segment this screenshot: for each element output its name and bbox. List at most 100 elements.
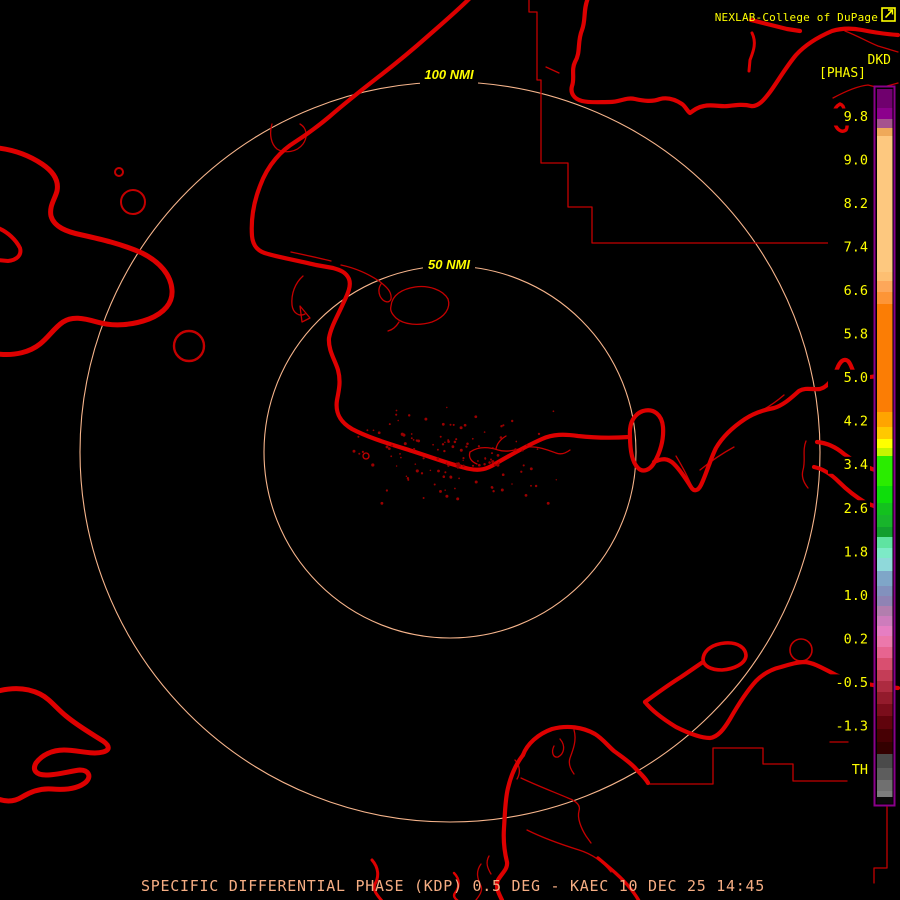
echo-speckle — [412, 439, 415, 441]
echo-speckle — [534, 484, 538, 488]
colorbar-tick-label: TH — [852, 762, 868, 778]
colorbar-tick-label: 5.0 — [844, 370, 868, 386]
echo-speckle — [377, 431, 381, 435]
echo-speckle — [537, 432, 541, 436]
island-outline — [701, 641, 748, 672]
radar-echo-speckles — [352, 406, 558, 505]
echo-speckle — [456, 465, 460, 468]
echo-speckle — [496, 463, 500, 467]
echo-speckle — [490, 452, 494, 455]
echo-speckle — [441, 422, 445, 426]
echo-speckle — [407, 478, 410, 481]
colorbar-tick-label: 0.2 — [844, 631, 868, 647]
echo-speckle — [407, 414, 411, 417]
echo-speckle — [445, 494, 449, 498]
echo-speckle — [447, 464, 450, 467]
echo-speckle — [443, 449, 446, 453]
echo-speckle — [463, 423, 467, 427]
echo-speckle — [388, 423, 391, 426]
echo-speckle — [420, 472, 424, 475]
island-outline — [387, 321, 400, 332]
ring-label-50nmi: 50 NMI — [428, 257, 470, 272]
echo-speckle — [491, 486, 494, 489]
echo-speckle — [522, 464, 525, 467]
echo-speckle — [471, 464, 475, 467]
echo-speckle — [499, 436, 503, 439]
echo-speckle — [402, 433, 406, 437]
echo-speckle — [455, 438, 458, 441]
echo-speckle — [462, 459, 464, 462]
echo-speckle — [447, 439, 450, 442]
range-ring-50nmi — [263, 265, 637, 639]
echo-speckle — [412, 448, 416, 451]
echo-speckle — [433, 483, 436, 486]
echo-speckle — [500, 425, 503, 428]
echo-speckle — [492, 446, 494, 449]
product-units: [PHAS] — [819, 66, 866, 81]
echo-speckle — [483, 431, 486, 433]
colorbar-tick-label: -1.3 — [835, 718, 868, 734]
echo-speckle — [432, 443, 434, 446]
small-lake — [362, 452, 370, 460]
echo-speckle — [358, 452, 361, 455]
echo-speckle — [446, 406, 448, 409]
echo-speckle — [410, 433, 413, 435]
echo-speckle — [385, 489, 389, 492]
product-caption: SPECIFIC DIFFERENTIAL PHASE (KDP) 0.5 DE… — [141, 877, 765, 895]
echo-speckle — [477, 463, 481, 467]
echo-speckle — [525, 444, 528, 446]
small-lake — [120, 189, 146, 215]
site-title: NEXLAB-College of DuPage — [715, 11, 878, 24]
range-ring-100nmi — [79, 81, 821, 823]
colorbar-tick-label: 2.6 — [844, 501, 868, 517]
echo-speckle — [453, 440, 457, 444]
echo-speckle — [390, 455, 393, 458]
colorbar-tick-label: 1.8 — [844, 544, 868, 560]
echo-speckle — [474, 415, 478, 419]
echo-speckle — [387, 447, 391, 450]
channel-line — [551, 738, 565, 758]
echo-speckle — [546, 501, 550, 505]
colorbar: 9.8 9.0 8.2 7.4 6.6 5.8 5.0 4.2 3.4 2.6 1.8 1.0 0.2 -… — [828, 85, 896, 807]
echo-speckle — [465, 445, 468, 448]
ring-label-100nmi: 100 NMI — [424, 67, 474, 82]
echo-speckle — [439, 435, 442, 438]
echo-speckle — [403, 442, 407, 446]
colorbar-tick-label: 9.8 — [844, 109, 868, 125]
echo-speckle — [424, 417, 428, 421]
map-boundaries-thin — [114, 0, 899, 900]
echo-speckle — [395, 465, 398, 467]
echo-speckle — [484, 457, 487, 459]
echo-speckle — [511, 483, 513, 485]
river-line — [545, 66, 560, 74]
echo-speckle — [439, 489, 442, 493]
channel-line — [520, 777, 592, 844]
echo-speckle — [491, 460, 495, 464]
echo-speckle — [372, 429, 375, 432]
echo-speckle — [520, 470, 523, 473]
colorbar-tick-label: 9.0 — [844, 153, 868, 169]
echo-speckle — [455, 462, 459, 466]
coastlines-thick — [0, 0, 900, 900]
echo-speckle — [529, 467, 533, 471]
echo-speckle — [552, 410, 555, 413]
lake-outline — [0, 226, 23, 263]
coastline — [520, 724, 651, 786]
echo-speckle — [442, 475, 446, 478]
channel-line — [568, 729, 576, 775]
echo-speckle — [493, 464, 496, 467]
echo-speckle — [371, 463, 375, 467]
echo-speckle — [449, 423, 452, 426]
echo-speckle — [500, 488, 504, 492]
echo-speckle — [380, 501, 384, 505]
county-boundary — [873, 806, 888, 884]
echo-speckle — [466, 442, 469, 445]
echo-speckle — [400, 456, 402, 459]
island-outline — [390, 285, 450, 325]
colorbar-scale — [877, 89, 893, 804]
echo-speckle — [451, 445, 455, 449]
echo-speckle — [395, 413, 398, 416]
echo-speckle — [459, 426, 463, 430]
echo-speckle — [415, 469, 419, 473]
echo-speckle — [361, 450, 364, 453]
